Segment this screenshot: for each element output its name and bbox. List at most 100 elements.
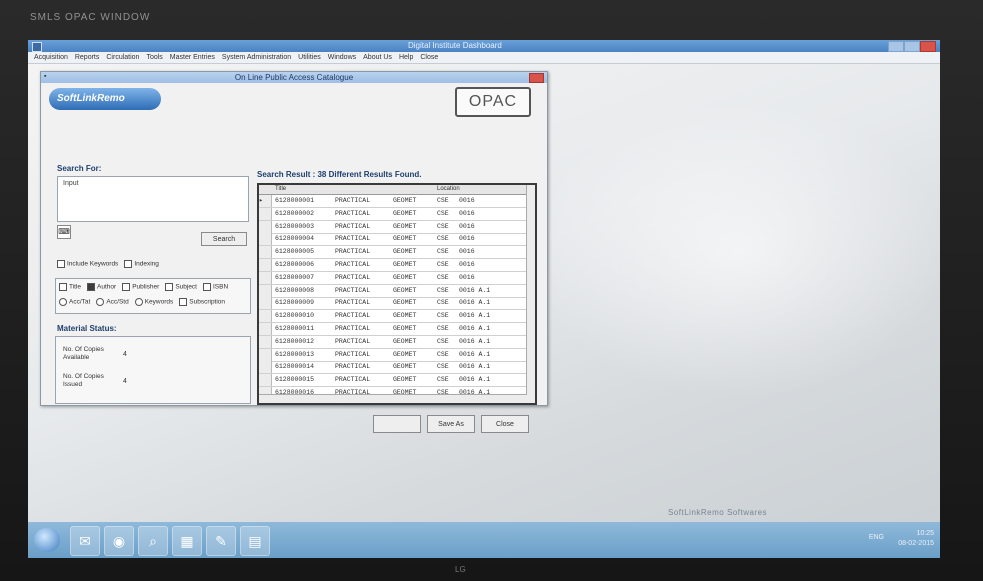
close-button[interactable] — [920, 41, 936, 52]
table-cell: PRACTICAL — [335, 299, 371, 307]
minimize-button[interactable] — [888, 41, 904, 52]
row-selector[interactable] — [259, 335, 272, 348]
menu-master-entries[interactable]: Master Entries — [170, 54, 215, 61]
grid-vertical-scrollbar[interactable] — [526, 185, 535, 403]
menu-reports[interactable]: Reports — [75, 54, 100, 61]
row-selector[interactable] — [259, 271, 272, 284]
chrome-icon[interactable]: ◉ — [104, 526, 134, 556]
row-selector[interactable] — [259, 348, 272, 361]
field-publisher[interactable]: Publisher — [122, 283, 159, 291]
table-row[interactable]: 6128000007 PRACTICAL GEOMET CSE 0016 — [259, 271, 535, 285]
table-row[interactable]: 6128000005 PRACTICAL GEOMET CSE 0016 — [259, 246, 535, 260]
row-selector[interactable] — [259, 297, 272, 310]
author-checkbox[interactable] — [87, 283, 96, 291]
search-icon[interactable]: ⌕ — [138, 526, 168, 556]
save-as-button[interactable]: Save As — [427, 415, 475, 433]
field-acc-tat[interactable]: Acc/Tat — [59, 298, 90, 306]
blank-button[interactable] — [373, 415, 421, 433]
search-input[interactable]: Input — [57, 176, 249, 222]
explorer-icon[interactable]: ▤ — [240, 526, 270, 556]
publisher-checkbox[interactable] — [122, 283, 131, 291]
table-row[interactable]: 6128000008 PRACTICAL GEOMET CSE 0016 A.1 — [259, 284, 535, 298]
row-selector[interactable] — [259, 246, 272, 259]
row-selector[interactable] — [259, 361, 272, 374]
search-button[interactable]: Search — [201, 232, 247, 246]
indexing-checkbox[interactable] — [124, 260, 133, 268]
close-window-button[interactable]: Close — [481, 415, 529, 433]
table-row[interactable]: 6128000015 PRACTICAL GEOMET CSE 0016 A.1 — [259, 374, 535, 388]
menu-utilities[interactable]: Utilities — [298, 54, 321, 61]
field-subject[interactable]: Subject — [165, 283, 197, 291]
table-cell: 6128000002 — [275, 209, 315, 217]
field-author[interactable]: Author — [87, 283, 116, 291]
mail-icon[interactable]: ✉ — [70, 526, 100, 556]
row-selector[interactable] — [259, 284, 272, 297]
table-row[interactable]: 6128000003 PRACTICAL GEOMET CSE 0016 — [259, 220, 535, 234]
table-cell: 0016 A.1 — [459, 325, 491, 332]
menu-windows[interactable]: Windows — [328, 54, 356, 61]
table-row[interactable]: 6128000011 PRACTICAL GEOMET CSE 0016 A.1 — [259, 323, 535, 336]
table-row[interactable]: ▸ 6128000001 PRACTICAL GEOMET CSE 0016 — [259, 195, 535, 208]
start-button[interactable] — [34, 528, 60, 552]
field-subscription[interactable]: Subscription — [179, 298, 225, 306]
subject-checkbox[interactable] — [165, 283, 174, 291]
outlook-icon[interactable]: ✎ — [206, 526, 236, 556]
menu-help[interactable]: Help — [399, 54, 413, 61]
row-selector[interactable] — [259, 233, 272, 246]
indexing-option[interactable]: Indexing — [124, 260, 159, 268]
search-options: Include Keywords Indexing — [57, 260, 159, 268]
row-selector[interactable] — [259, 323, 272, 335]
table-row[interactable]: 6128000014 PRACTICAL GEOMET CSE 0016 A.1 — [259, 361, 535, 375]
keywords-radio[interactable] — [134, 298, 143, 306]
menu-acquisition[interactable]: Acquisition — [34, 54, 68, 61]
store-icon[interactable]: ▦ — [172, 526, 202, 556]
row-selector[interactable] — [259, 259, 272, 271]
row-selector[interactable]: ▸ — [259, 195, 272, 207]
field-title[interactable]: Title — [59, 283, 81, 291]
opac-close-icon[interactable] — [529, 73, 544, 83]
menu-circulation[interactable]: Circulation — [106, 54, 139, 61]
menu-tools[interactable]: Tools — [146, 54, 162, 61]
field-isbn[interactable]: ISBN — [203, 283, 228, 291]
menu-close[interactable]: Close — [420, 54, 438, 61]
search-for-label: Search For: — [57, 164, 102, 173]
row-selector[interactable] — [259, 374, 272, 387]
menu-system-administration[interactable]: System Administration — [222, 54, 291, 61]
table-cell: 6128000007 — [275, 273, 315, 281]
table-row[interactable]: 6128000006 PRACTICAL GEOMET CSE 0016 — [259, 259, 535, 272]
table-row[interactable]: 6128000010 PRACTICAL GEOMET CSE 0016 A.1 — [259, 310, 535, 324]
field-acc-std[interactable]: Acc/Std — [96, 298, 129, 306]
row-selector[interactable] — [259, 207, 272, 220]
tray-clock[interactable]: 10:25 08-02-2015 — [898, 529, 934, 549]
include-keywords-checkbox[interactable] — [57, 260, 65, 268]
isbn-checkbox[interactable] — [203, 283, 211, 291]
table-cell: 0016 A.1 — [459, 312, 491, 320]
title-checkbox[interactable] — [59, 283, 67, 291]
include-keywords-option[interactable]: Include Keywords — [57, 260, 118, 268]
acc-std-radio[interactable] — [96, 298, 105, 306]
search-input-value: Input — [63, 180, 79, 187]
table-row[interactable]: 6128000009 PRACTICAL GEOMET CSE 0016 A.1 — [259, 297, 535, 311]
copies-issued-label: No. Of Copies Issued — [63, 373, 104, 388]
row-selector[interactable] — [259, 310, 272, 323]
field-keywords[interactable]: Keywords — [134, 298, 173, 306]
row-selector[interactable] — [259, 220, 272, 233]
table-cell: PRACTICAL — [335, 261, 371, 268]
results-grid[interactable]: Title Location ▸ 6128000001 PRACTICAL GEOME… — [257, 183, 537, 405]
keyboard-icon[interactable]: ⌨ — [57, 225, 71, 239]
maximize-button[interactable] — [904, 41, 920, 52]
menu-about-us[interactable]: About Us — [363, 54, 392, 61]
opac-title-bar[interactable]: ▪ On Line Public Access Catalogue — [41, 72, 547, 83]
app-title-bar[interactable]: Digital Institute Dashboard — [28, 40, 940, 52]
table-row[interactable]: 6128000004 PRACTICAL GEOMET CSE 0016 — [259, 233, 535, 247]
table-cell: CSE — [437, 299, 449, 307]
acc-tat-radio[interactable] — [59, 298, 67, 306]
grid-horizontal-scrollbar[interactable] — [259, 394, 527, 403]
subscription-checkbox[interactable] — [179, 298, 188, 306]
tray-language[interactable]: ENG — [869, 534, 884, 541]
table-row[interactable]: 6128000002 PRACTICAL GEOMET CSE 0016 — [259, 207, 535, 221]
desktop-watermark: SoftLinkRemo Softwares — [668, 508, 768, 517]
table-row[interactable]: 6128000012 PRACTICAL GEOMET CSE 0016 A.1 — [259, 335, 535, 349]
table-cell: 0016 A.1 — [459, 363, 491, 371]
table-row[interactable]: 6128000013 PRACTICAL GEOMET CSE 0016 A.1 — [259, 348, 535, 362]
